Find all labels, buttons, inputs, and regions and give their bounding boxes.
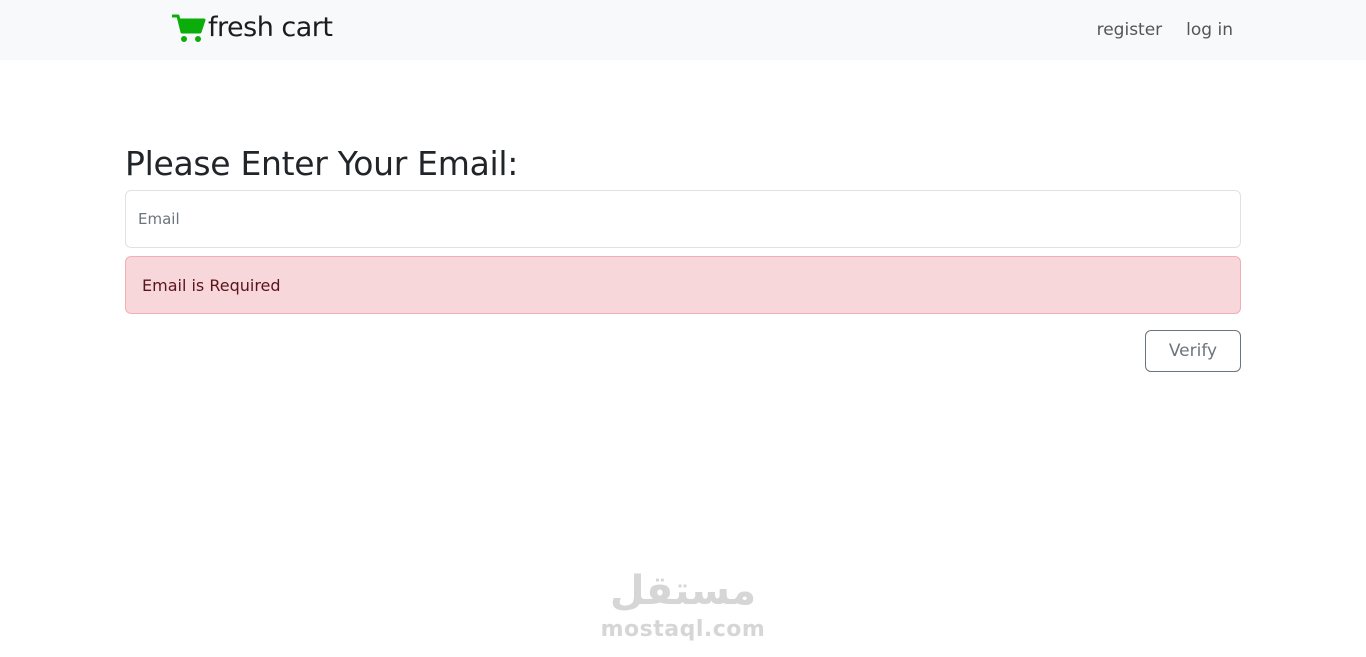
brand-name: fresh cart [208,12,333,43]
email-field[interactable] [125,190,1241,248]
watermark-latin-text: mostaql.com [600,617,766,642]
cart-icon [172,12,206,44]
watermark: مستقل mostaql.com [598,565,768,643]
navbar: fresh cart register log in [0,0,1366,60]
error-message: Email is Required [142,275,281,295]
nav-links: register log in [1097,18,1233,42]
watermark-arabic-text: مستقل [609,568,757,614]
brand-link[interactable]: fresh cart [172,11,333,45]
error-alert: Email is Required [125,256,1241,314]
page-title: Please Enter Your Email: [125,144,519,183]
login-link[interactable]: log in [1186,18,1233,42]
verify-button[interactable]: Verify [1145,330,1241,372]
register-link[interactable]: register [1097,18,1163,42]
